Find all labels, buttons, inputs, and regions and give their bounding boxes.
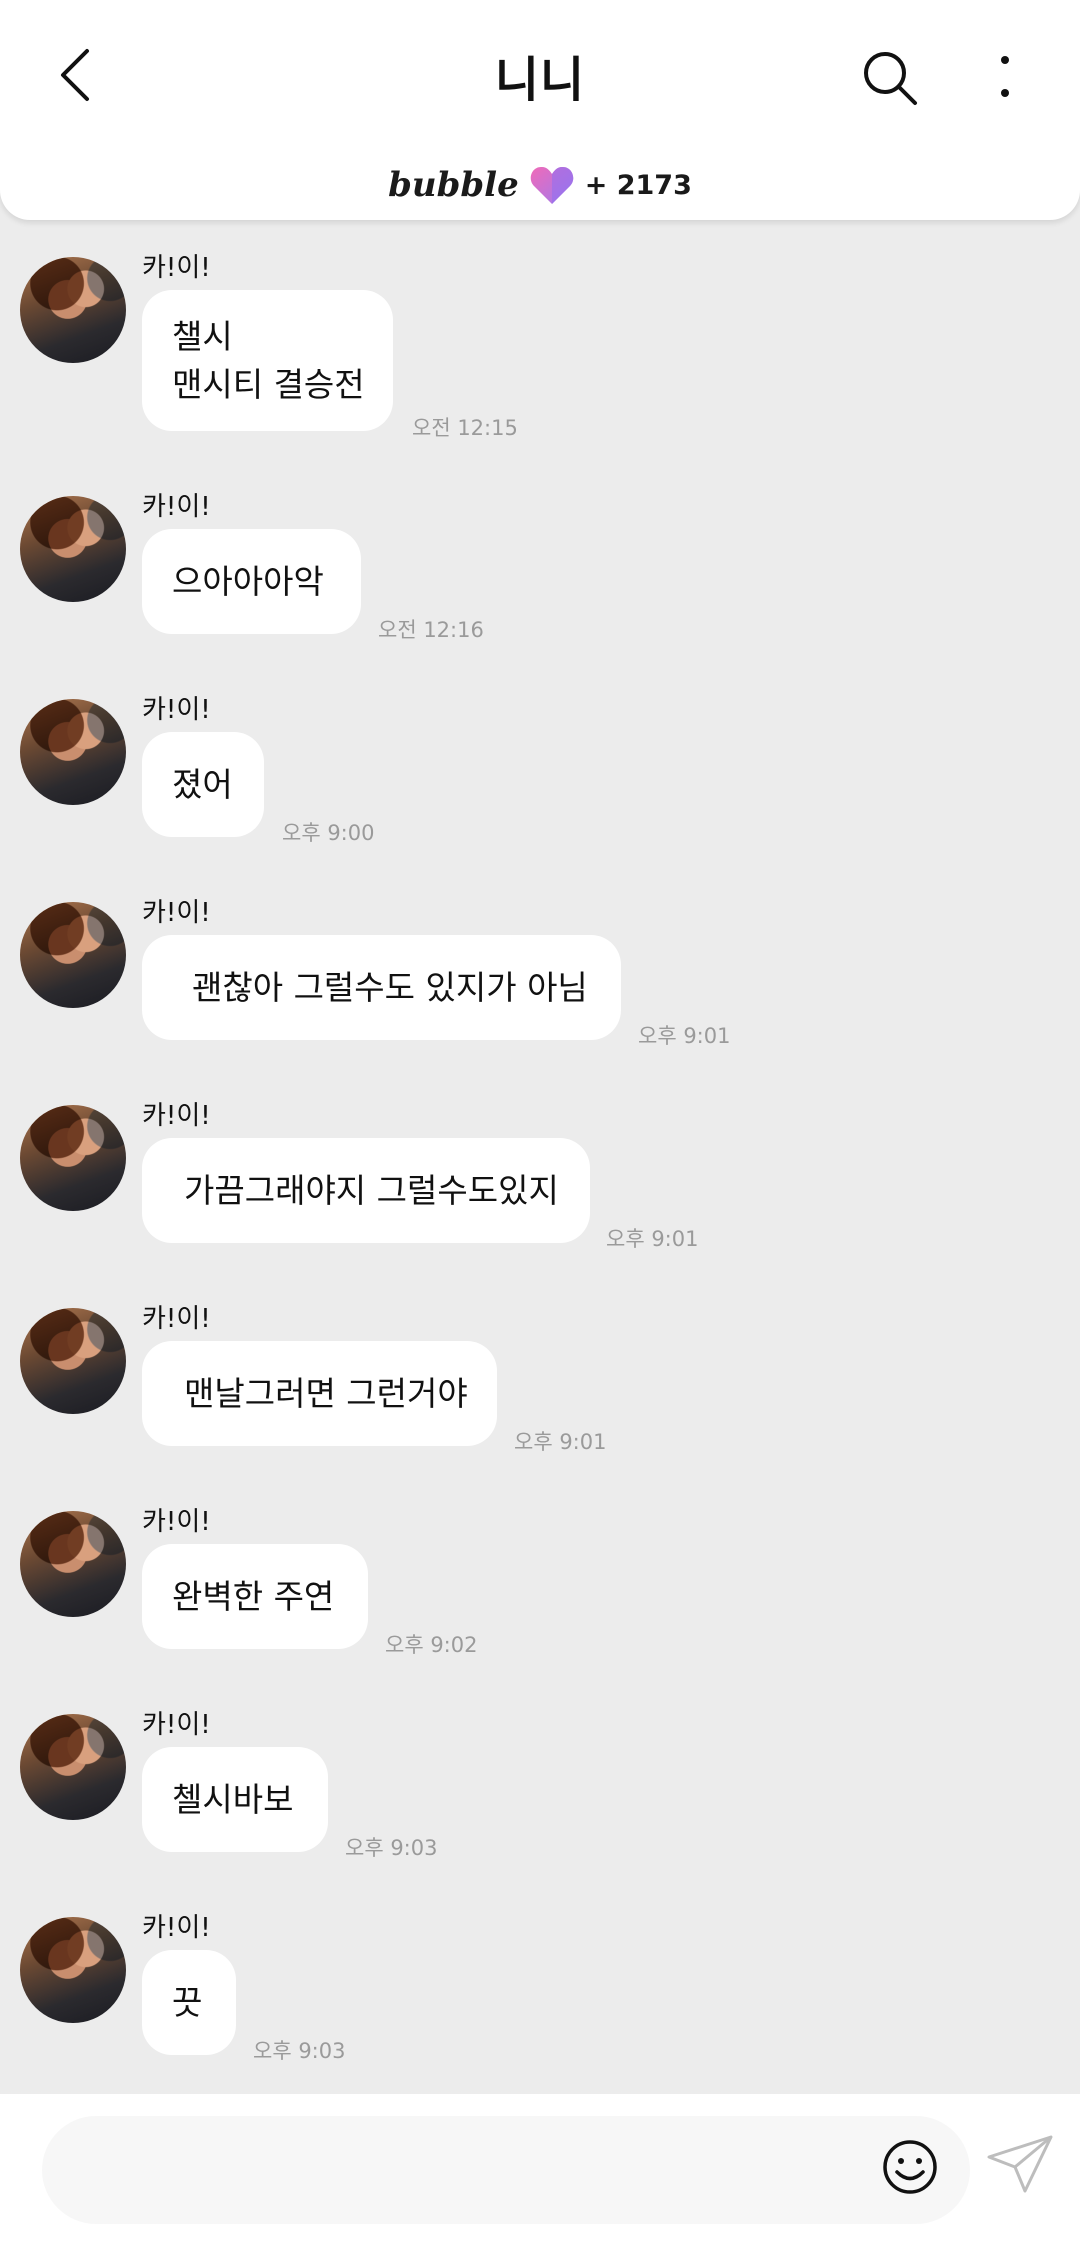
message-bubble[interactable]: 으아아아악 bbox=[142, 529, 361, 634]
chat-header: 니니 bubble + 2173 bbox=[0, 0, 1080, 220]
send-button[interactable] bbox=[985, 2133, 1055, 2198]
bubble-subscription-bar: bubble + 2173 bbox=[0, 160, 1080, 210]
avatar[interactable] bbox=[20, 1105, 126, 1211]
message-bubble[interactable]: 맨날그러면 그런거야 bbox=[142, 1341, 497, 1446]
message-time: 오후 9:03 bbox=[345, 1836, 438, 1860]
message-time: 오후 9:01 bbox=[638, 1024, 731, 1048]
smiley-icon bbox=[883, 2140, 937, 2194]
message-time: 오후 9:02 bbox=[385, 1633, 478, 1657]
search-icon bbox=[864, 52, 917, 105]
message-time: 오후 9:00 bbox=[282, 821, 375, 845]
message-bubble[interactable]: 졌어 bbox=[142, 732, 264, 837]
more-vertical-icon bbox=[1001, 56, 1009, 97]
paper-plane-icon bbox=[987, 2135, 1053, 2193]
avatar[interactable] bbox=[20, 699, 126, 805]
message-input[interactable] bbox=[82, 2136, 882, 2204]
chat-screen: 니니 bubble + 2173 카!이! 챌시 맨시티 결승전 오전 12:1… bbox=[0, 0, 1080, 2241]
message-bubble[interactable]: 괜찮아 그럴수도 있지가 아님 bbox=[142, 935, 621, 1040]
message-time: 오전 12:16 bbox=[378, 618, 484, 642]
sender-name: 카!이! bbox=[142, 695, 211, 725]
subscriber-count: + 2173 bbox=[584, 169, 692, 201]
sender-name: 카!이! bbox=[142, 1304, 211, 1334]
avatar[interactable] bbox=[20, 1714, 126, 1820]
sender-name: 카!이! bbox=[142, 1710, 211, 1740]
message-time: 오후 9:03 bbox=[253, 2039, 346, 2063]
heart-icon bbox=[530, 166, 573, 204]
sender-name: 카!이! bbox=[142, 1507, 211, 1537]
message-input-container bbox=[42, 2116, 970, 2224]
avatar[interactable] bbox=[20, 1511, 126, 1617]
sender-name: 카!이! bbox=[142, 1101, 211, 1131]
sender-name: 카!이! bbox=[142, 1913, 211, 1943]
message-bubble[interactable]: 완벽한 주연 bbox=[142, 1544, 368, 1649]
avatar[interactable] bbox=[20, 1917, 126, 2023]
bubble-brand-logo: bubble bbox=[388, 165, 519, 205]
search-button[interactable] bbox=[850, 38, 930, 118]
avatar[interactable] bbox=[20, 496, 126, 602]
avatar[interactable] bbox=[20, 257, 126, 363]
message-time: 오후 9:01 bbox=[606, 1227, 699, 1251]
avatar[interactable] bbox=[20, 902, 126, 1008]
message-time: 오후 9:01 bbox=[514, 1430, 607, 1454]
more-options-button[interactable] bbox=[975, 38, 1035, 118]
avatar[interactable] bbox=[20, 1308, 126, 1414]
message-bubble[interactable]: 가끔그래야지 그럴수도있지 bbox=[142, 1138, 590, 1243]
message-bubble[interactable]: 첼시바보 bbox=[142, 1747, 328, 1852]
sender-name: 카!이! bbox=[142, 253, 211, 283]
sender-name: 카!이! bbox=[142, 898, 211, 928]
message-bubble[interactable]: 챌시 맨시티 결승전 bbox=[142, 290, 393, 431]
emoji-button[interactable] bbox=[880, 2137, 940, 2197]
message-bubble[interactable]: 끗 bbox=[142, 1950, 236, 2055]
message-time: 오전 12:15 bbox=[412, 416, 518, 440]
sender-name: 카!이! bbox=[142, 492, 211, 522]
